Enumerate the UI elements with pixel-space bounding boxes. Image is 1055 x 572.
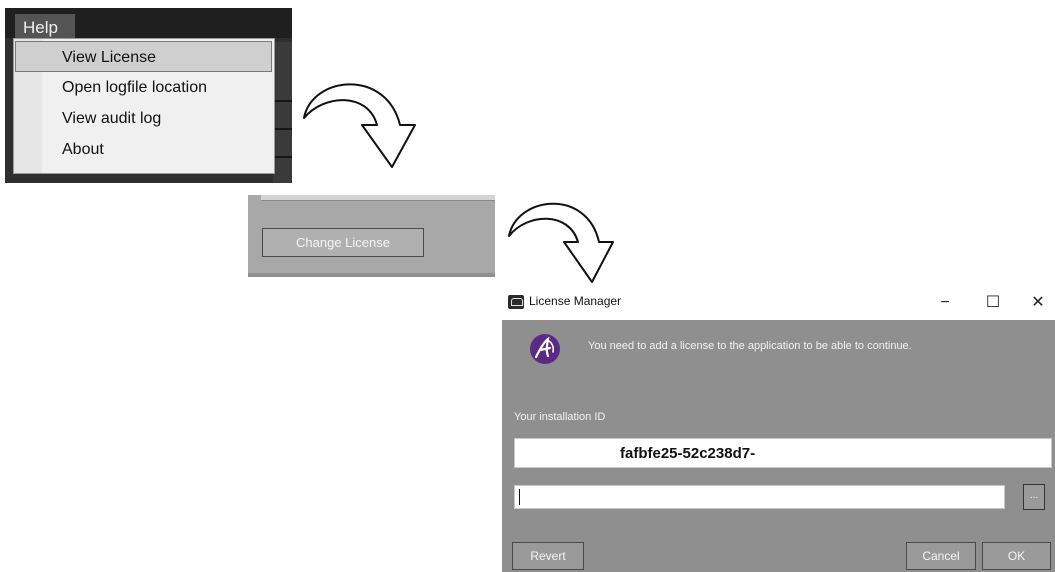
change-license-button[interactable]: Change License — [262, 228, 424, 257]
curved-arrow-icon — [508, 202, 614, 283]
menu-item-view-license[interactable]: View License — [15, 41, 272, 72]
alcatel-lucent-logo-icon — [530, 334, 560, 364]
window-title: License Manager — [529, 294, 622, 308]
dialog-body: You need to add a license to the applica… — [502, 320, 1055, 572]
help-dropdown-menu: View License Open logfile location View … — [13, 38, 275, 174]
ok-button[interactable]: OK — [982, 542, 1051, 570]
text-caret — [519, 489, 520, 505]
panel-bottom-border — [248, 273, 495, 277]
close-button[interactable]: ✕ — [1021, 290, 1055, 316]
browse-button[interactable]: ... — [1023, 484, 1045, 510]
curved-arrow-icon — [303, 83, 416, 168]
minimize-button[interactable]: − — [925, 290, 965, 316]
menu-item-open-logfile-location[interactable]: Open logfile location — [14, 72, 274, 103]
installation-id-field[interactable]: fafbfe25-52c238d7- — [514, 438, 1052, 468]
change-license-screenshot: Change License — [248, 195, 495, 277]
revert-button[interactable]: Revert — [512, 542, 584, 570]
installation-id-value: fafbfe25-52c238d7- — [620, 445, 756, 462]
license-key-input[interactable] — [514, 485, 1005, 509]
background-window — [273, 42, 292, 183]
title-bar: License Manager − ☐ ✕ — [502, 288, 1055, 320]
maximize-button[interactable]: ☐ — [973, 290, 1013, 316]
menu-item-about[interactable]: About — [14, 134, 274, 165]
license-manager-window: License Manager − ☐ ✕ You need to add a … — [502, 288, 1055, 572]
help-menu-screenshot: Help View License Open logfile location … — [5, 8, 292, 183]
installation-id-label: Your installation ID — [514, 411, 606, 423]
cancel-button[interactable]: Cancel — [906, 542, 976, 570]
app-icon — [508, 295, 524, 309]
panel-top-strip — [261, 195, 495, 201]
license-required-message: You need to add a license to the applica… — [588, 340, 912, 352]
menu-item-view-audit-log[interactable]: View audit log — [14, 103, 274, 134]
